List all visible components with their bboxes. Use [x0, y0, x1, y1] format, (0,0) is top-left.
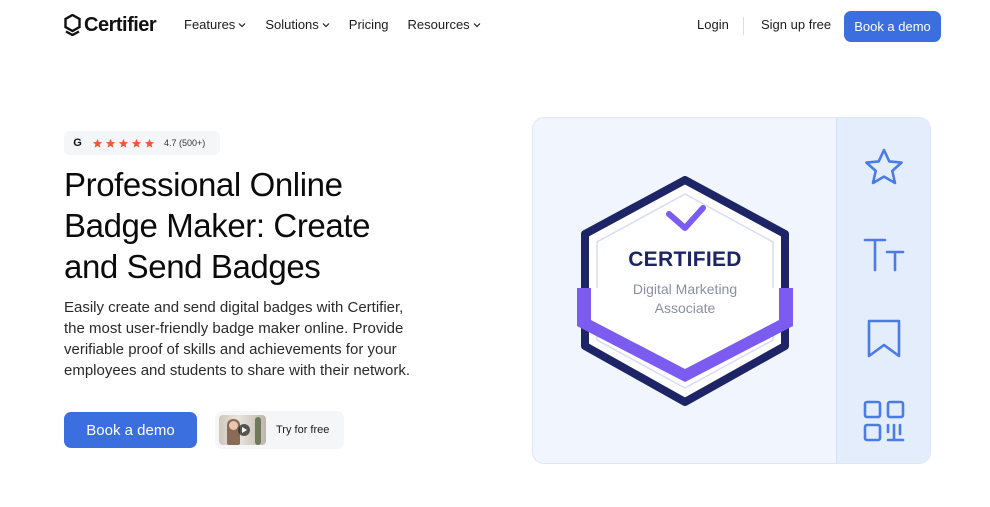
background-plant	[255, 417, 261, 445]
badge-subtitle: Digital Marketing Associate	[575, 280, 795, 318]
g2-icon: G	[73, 137, 82, 149]
login-link[interactable]: Login	[697, 17, 729, 32]
hero-description: Easily create and send digital badges wi…	[64, 297, 454, 381]
menu-item-label: Features	[184, 17, 236, 32]
menu-item-label: Pricing	[348, 17, 389, 32]
badge-canvas: CERTIFIED Digital Marketing Associate	[533, 118, 836, 463]
qr-code-icon[interactable]	[861, 398, 907, 444]
menu-item-features[interactable]: Features	[184, 17, 246, 32]
brand-logo[interactable]: Certifier	[64, 13, 157, 37]
menu-item-resources[interactable]: Resources	[408, 17, 481, 32]
nav-book-demo-button[interactable]: Book a demo	[844, 11, 941, 42]
menu-item-solutions[interactable]: Solutions	[265, 17, 330, 32]
star-icon	[144, 138, 155, 148]
certifier-logo-icon	[64, 14, 81, 36]
star-icon	[105, 138, 116, 148]
editor-tool-rail	[836, 118, 930, 463]
main-menu: Features Solutions Pricing Resources	[184, 17, 481, 32]
badge-title: CERTIFIED	[628, 248, 742, 271]
menu-item-label: Resources	[407, 17, 470, 32]
headline-line: and Send Badges	[64, 248, 321, 285]
chevron-down-icon	[238, 22, 246, 27]
headline-line: Professional Online	[64, 166, 343, 203]
brand-name: Certifier	[84, 13, 157, 36]
menu-item-label: Solutions	[265, 17, 319, 32]
video-thumbnail	[219, 415, 266, 445]
hero-headline: Professional Online Badge Maker: Create …	[64, 164, 484, 287]
nav-divider	[743, 17, 744, 35]
presenter-face	[229, 421, 238, 430]
star-icon	[118, 138, 129, 148]
chevron-down-icon	[322, 22, 330, 27]
chevron-down-icon	[473, 22, 481, 27]
bookmark-icon[interactable]	[861, 316, 907, 362]
rating-score: 4.7 (500+)	[164, 138, 206, 148]
star-icon	[92, 138, 103, 148]
rating-badge: G 4.7 (500+)	[64, 131, 220, 155]
badge-subtitle-line: Associate	[654, 300, 716, 316]
badge-preview-card: CERTIFIED Digital Marketing Associate	[532, 117, 931, 464]
rating-stars	[92, 138, 155, 149]
description-line: the most user-friendly badge maker onlin…	[64, 320, 404, 337]
try-for-free-button[interactable]: Try for free	[215, 411, 344, 449]
hero-book-demo-button[interactable]: Book a demo	[64, 412, 197, 448]
headline-line: Badge Maker: Create	[64, 207, 371, 244]
play-icon	[238, 424, 250, 436]
star-icon	[131, 138, 142, 148]
description-line: verifiable proof of skills and achieveme…	[64, 341, 397, 358]
badge-subtitle-line: Digital Marketing	[632, 281, 738, 297]
star-icon[interactable]	[861, 144, 907, 190]
try-for-free-label: Try for free	[276, 424, 330, 436]
top-navbar: Certifier Features Solutions Pricing Res…	[0, 0, 990, 52]
text-icon[interactable]	[861, 232, 907, 278]
menu-item-pricing[interactable]: Pricing	[349, 17, 389, 32]
description-line: Easily create and send digital badges wi…	[64, 299, 404, 316]
description-line: employees and students to share with the…	[64, 362, 411, 379]
signup-link[interactable]: Sign up free	[761, 17, 831, 32]
